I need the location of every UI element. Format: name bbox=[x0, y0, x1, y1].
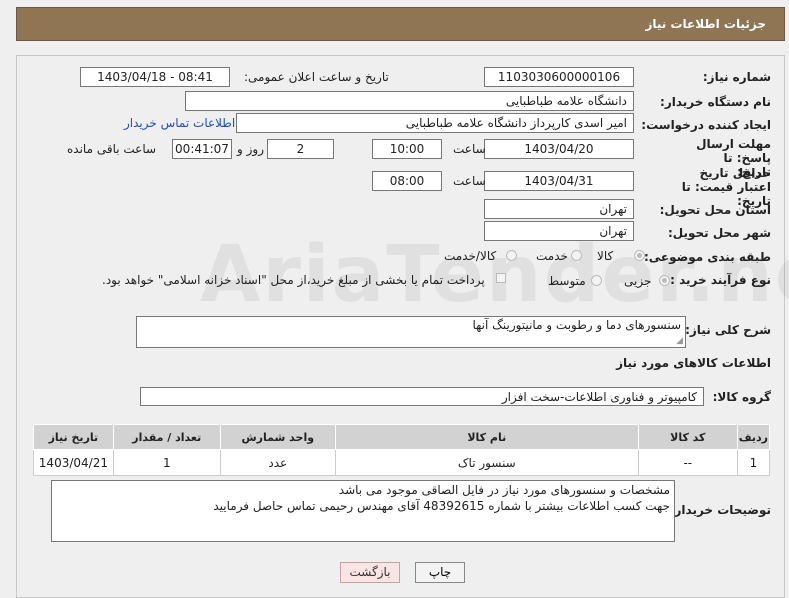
announce-datetime-label: تاریخ و ساعت اعلان عمومی: bbox=[244, 70, 389, 84]
category-label-goods-service: کالا/خدمت bbox=[444, 249, 497, 263]
delivery-city-label: شهر محل تحویل: bbox=[667, 226, 771, 240]
purchase-label-medium: متوسط bbox=[548, 274, 586, 288]
day-and-label: روز و bbox=[237, 142, 264, 156]
category-label-service: خدمت bbox=[536, 249, 568, 263]
category-label: طبقه بندی موضوعی: bbox=[643, 250, 771, 264]
col-qty: تعداد / مقدار bbox=[112, 424, 221, 450]
description-label: شرح کلی نیاز: bbox=[685, 323, 771, 337]
col-unit: واحد شمارش bbox=[219, 424, 336, 450]
cell-row: 1 bbox=[736, 449, 771, 476]
back-button[interactable]: بازگشت bbox=[340, 562, 400, 583]
table-row: 1 -- سنسور تاک عدد 1 1403/04/21 bbox=[33, 449, 771, 476]
buyer-notes-line-1: مشخصات و سنسورهای مورد نیاز در فایل الصا… bbox=[338, 483, 670, 497]
goods-group-label: گروه کالا: bbox=[712, 390, 771, 404]
cell-date: 1403/04/21 bbox=[33, 449, 114, 476]
days-left-field: 2 bbox=[267, 139, 334, 159]
buyer-contact-link[interactable]: اطلاعات تماس خریدار bbox=[124, 116, 235, 130]
category-radio-goods-service[interactable] bbox=[506, 250, 517, 261]
buyer-org-field: دانشگاه علامه طباطبایی bbox=[185, 91, 634, 111]
goods-table: ردیف کد کالا نام کالا واحد شمارش تعداد /… bbox=[33, 424, 771, 476]
province-field: تهران bbox=[484, 199, 634, 219]
col-code: کد کالا bbox=[637, 424, 738, 450]
reply-time-field: 10:00 bbox=[372, 139, 442, 159]
goods-group-field: کامپیوتر و فناوری اطلاعات-سخت افزار bbox=[140, 387, 704, 406]
purchase-label-minor: جزیی bbox=[624, 274, 652, 288]
buyer-notes-field: مشخصات و سنسورهای مورد نیاز در فایل الصا… bbox=[51, 480, 675, 542]
resize-grip-icon: ◢ bbox=[676, 336, 683, 346]
price-validity-label: حداقل تاریخ اعتبار قیمت: تا تاریخ: bbox=[681, 166, 771, 208]
remaining-label: ساعت باقی مانده bbox=[67, 142, 157, 156]
requester-label: ایجاد کننده درخواست: bbox=[641, 118, 771, 132]
cell-name: سنسور تاک bbox=[334, 449, 639, 476]
treasury-payment-note: پرداخت تمام یا بخشی از مبلغ خرید،از محل … bbox=[102, 273, 485, 287]
delivery-province-label: استان محل تحویل: bbox=[659, 203, 771, 217]
buyer-notes-line-2: جهت کسب اطلاعات بیشتر با شماره 48392615 … bbox=[213, 499, 670, 513]
category-radio-service[interactable] bbox=[571, 250, 582, 261]
print-button[interactable]: چاپ bbox=[415, 562, 465, 583]
page-title: جزئیات اطلاعات نیاز bbox=[645, 17, 766, 31]
cell-code: -- bbox=[637, 449, 738, 476]
reply-date-field: 1403/04/20 bbox=[484, 139, 634, 159]
purchase-radio-medium[interactable] bbox=[591, 275, 602, 286]
purchase-radio-minor[interactable] bbox=[659, 275, 670, 286]
validity-hour-label: ساعت bbox=[453, 174, 486, 188]
requester-field: امیر اسدی کارپرداز دانشگاه علامه طباطبای… bbox=[236, 113, 634, 133]
validity-time-field: 08:00 bbox=[372, 171, 442, 191]
need-number-label: شماره نیاز: bbox=[702, 70, 771, 84]
need-number-field: 1103030600000106 bbox=[484, 67, 634, 87]
col-row: ردیف bbox=[736, 424, 771, 450]
description-text: سنسورهای دما و رطوبت و مانیتورینگ آنها bbox=[472, 318, 681, 332]
cell-unit: عدد bbox=[219, 449, 336, 476]
page-header: جزئیات اطلاعات نیاز bbox=[16, 7, 785, 41]
category-label-goods: کالا bbox=[597, 249, 614, 263]
reply-hour-label: ساعت bbox=[453, 142, 486, 156]
description-field: سنسورهای دما و رطوبت و مانیتورینگ آنها ◢ bbox=[136, 316, 686, 348]
city-field: تهران bbox=[484, 221, 634, 241]
validity-date-field: 1403/04/31 bbox=[484, 171, 634, 191]
category-radio-goods[interactable] bbox=[634, 250, 645, 261]
treasury-payment-checkbox[interactable] bbox=[496, 273, 506, 283]
goods-info-heading: اطلاعات کالاهای مورد نیاز bbox=[616, 356, 771, 370]
time-left-field: 00:41:07 bbox=[172, 139, 232, 159]
announce-datetime-field: 1403/04/18 - 08:41 bbox=[80, 67, 230, 87]
buyer-org-label: نام دستگاه خریدار: bbox=[660, 95, 771, 109]
buyer-notes-label: توضیحات خریدار: bbox=[669, 503, 771, 517]
col-date: تاریخ نیاز bbox=[33, 424, 114, 450]
purchase-type-label: نوع فرآیند خرید : bbox=[670, 273, 771, 287]
col-name: نام کالا bbox=[334, 424, 639, 450]
cell-qty: 1 bbox=[112, 449, 221, 476]
goods-table-header: ردیف کد کالا نام کالا واحد شمارش تعداد /… bbox=[33, 424, 771, 450]
